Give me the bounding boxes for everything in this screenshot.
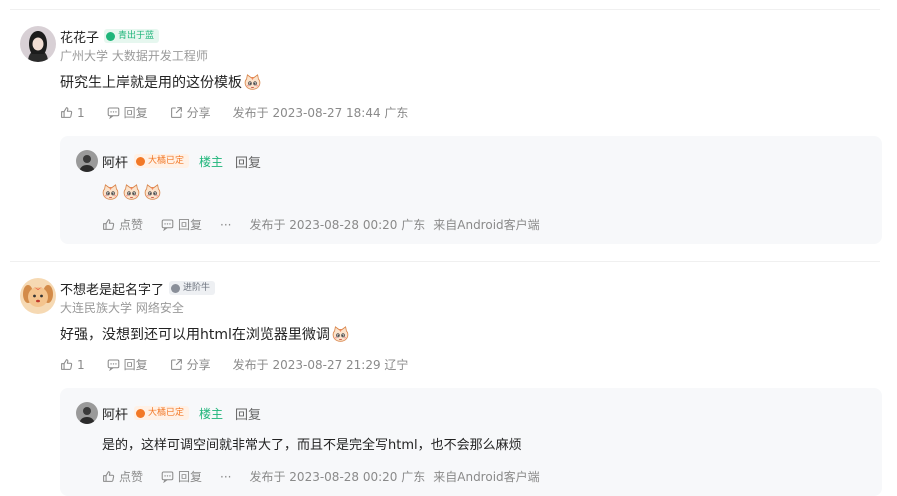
comment-icon xyxy=(161,470,174,483)
comment-icon xyxy=(107,358,120,371)
comment-content: 好强，没想到还可以用html在浏览器里微调 xyxy=(60,324,349,344)
reply-content xyxy=(102,184,161,201)
badge-icon xyxy=(136,156,146,166)
comment-content: 研究生上岸就是用的这份模板 xyxy=(60,72,261,92)
username[interactable]: 阿杆 xyxy=(102,404,128,423)
cat-emoji-icon xyxy=(332,326,349,343)
thumb-up-icon xyxy=(102,218,115,231)
like-button[interactable]: 1 xyxy=(60,358,85,372)
like-button[interactable]: 1 xyxy=(60,106,85,120)
comment-actions: 1 回复 分享 发布于 2023-08-27 21:29 辽宁 xyxy=(60,356,408,373)
publish-meta: 发布于 2023-08-28 00:20 广东 xyxy=(249,218,426,232)
user-info: 花花子 青出于蓝 xyxy=(60,26,160,46)
user-subtitle: 广州大学 大数据开发工程师 xyxy=(60,49,208,63)
share-button[interactable]: 分享 xyxy=(170,104,211,121)
badge-label: 大橘已定 xyxy=(148,408,185,418)
publish-meta: 发布于 2023-08-27 21:29 辽宁 xyxy=(232,358,409,372)
avatar[interactable] xyxy=(76,150,98,172)
comment-text: 好强，没想到还可以用html在浏览器里微调 xyxy=(60,327,330,343)
like-button[interactable]: 点赞 xyxy=(102,216,143,233)
reply-link[interactable]: 回复 xyxy=(235,152,261,171)
reply-button[interactable]: 回复 xyxy=(161,216,202,233)
share-icon xyxy=(170,358,183,371)
cat-emoji-icon xyxy=(244,74,261,91)
user-info: 不想老是起名字了 进阶牛 xyxy=(60,278,216,298)
comment-divider xyxy=(10,261,880,262)
username[interactable]: 阿杆 xyxy=(102,152,128,171)
thumb-up-icon xyxy=(60,106,73,119)
more-button[interactable]: ··· xyxy=(220,218,231,232)
comment-text: 研究生上岸就是用的这份模板 xyxy=(60,75,242,91)
cat-emoji-icon xyxy=(123,184,140,201)
username[interactable]: 花花子 xyxy=(60,27,99,46)
badge-icon xyxy=(136,408,146,418)
level-badge: 大橘已定 xyxy=(134,406,190,420)
reply-label: 回复 xyxy=(123,106,148,120)
comment-icon xyxy=(107,106,120,119)
publish-meta: 发布于 2023-08-28 00:20 广东 xyxy=(249,470,426,484)
avatar[interactable] xyxy=(20,278,56,314)
share-icon xyxy=(170,106,183,119)
reply-button[interactable]: 回复 xyxy=(107,104,148,121)
badge-label: 大橘已定 xyxy=(148,156,185,166)
owner-tag: 楼主 xyxy=(199,154,224,169)
client-info: 来自Android客户端 xyxy=(433,218,540,232)
badge-icon xyxy=(171,283,181,293)
level-badge: 大橘已定 xyxy=(134,154,190,168)
reply-link[interactable]: 回复 xyxy=(235,404,261,423)
reply-actions: 点赞 回复 ··· 发布于 2023-08-28 00:20 广东 来自Andr… xyxy=(102,468,540,485)
comment-actions: 1 回复 分享 发布于 2023-08-27 18:44 广东 xyxy=(60,104,408,121)
share-label: 分享 xyxy=(186,106,211,120)
like-label: 点赞 xyxy=(119,470,144,484)
share-label: 分享 xyxy=(186,358,211,372)
level-badge: 进阶牛 xyxy=(169,281,216,295)
like-count: 1 xyxy=(77,105,85,120)
level-badge: 青出于蓝 xyxy=(104,29,160,43)
thumb-up-icon xyxy=(60,358,73,371)
share-button[interactable]: 分享 xyxy=(170,356,211,373)
reply-button[interactable]: 回复 xyxy=(107,356,148,373)
username[interactable]: 不想老是起名字了 xyxy=(60,279,164,298)
reply-text: 是的，这样可调空间就非常大了，而且不是完全写html，也不会那么麻烦 xyxy=(102,438,522,453)
reply-label: 回复 xyxy=(178,218,203,232)
reply-user-info: 阿杆 大橘已定 楼主 回复 xyxy=(102,152,261,171)
reply-actions: 点赞 回复 ··· 发布于 2023-08-28 00:20 广东 来自Andr… xyxy=(102,216,540,233)
user-subtitle: 大连民族大学 网络安全 xyxy=(60,301,184,315)
reply-button[interactable]: 回复 xyxy=(161,468,202,485)
cat-emoji-icon xyxy=(102,184,119,201)
owner-tag: 楼主 xyxy=(199,406,224,421)
publish-meta: 发布于 2023-08-27 18:44 广东 xyxy=(232,106,409,120)
reply-content: 是的，这样可调空间就非常大了，而且不是完全写html，也不会那么麻烦 xyxy=(102,434,522,453)
like-button[interactable]: 点赞 xyxy=(102,468,143,485)
reply-user-info: 阿杆 大橘已定 楼主 回复 xyxy=(102,404,261,423)
like-count: 1 xyxy=(77,357,85,372)
avatar[interactable] xyxy=(20,26,56,62)
reply-box: 阿杆 大橘已定 楼主 回复 点赞 回复 ··· 发布于 2023-08-28 0… xyxy=(60,136,882,244)
top-divider xyxy=(10,9,880,10)
reply-label: 回复 xyxy=(123,358,148,372)
client-info: 来自Android客户端 xyxy=(433,470,540,484)
thumb-up-icon xyxy=(102,470,115,483)
badge-label: 进阶牛 xyxy=(183,283,211,293)
badge-icon xyxy=(106,31,116,41)
badge-label: 青出于蓝 xyxy=(118,31,155,41)
like-label: 点赞 xyxy=(119,218,144,232)
cat-emoji-icon xyxy=(144,184,161,201)
comment-icon xyxy=(161,218,174,231)
reply-label: 回复 xyxy=(178,470,203,484)
more-button[interactable]: ··· xyxy=(220,470,231,484)
avatar[interactable] xyxy=(76,402,98,424)
